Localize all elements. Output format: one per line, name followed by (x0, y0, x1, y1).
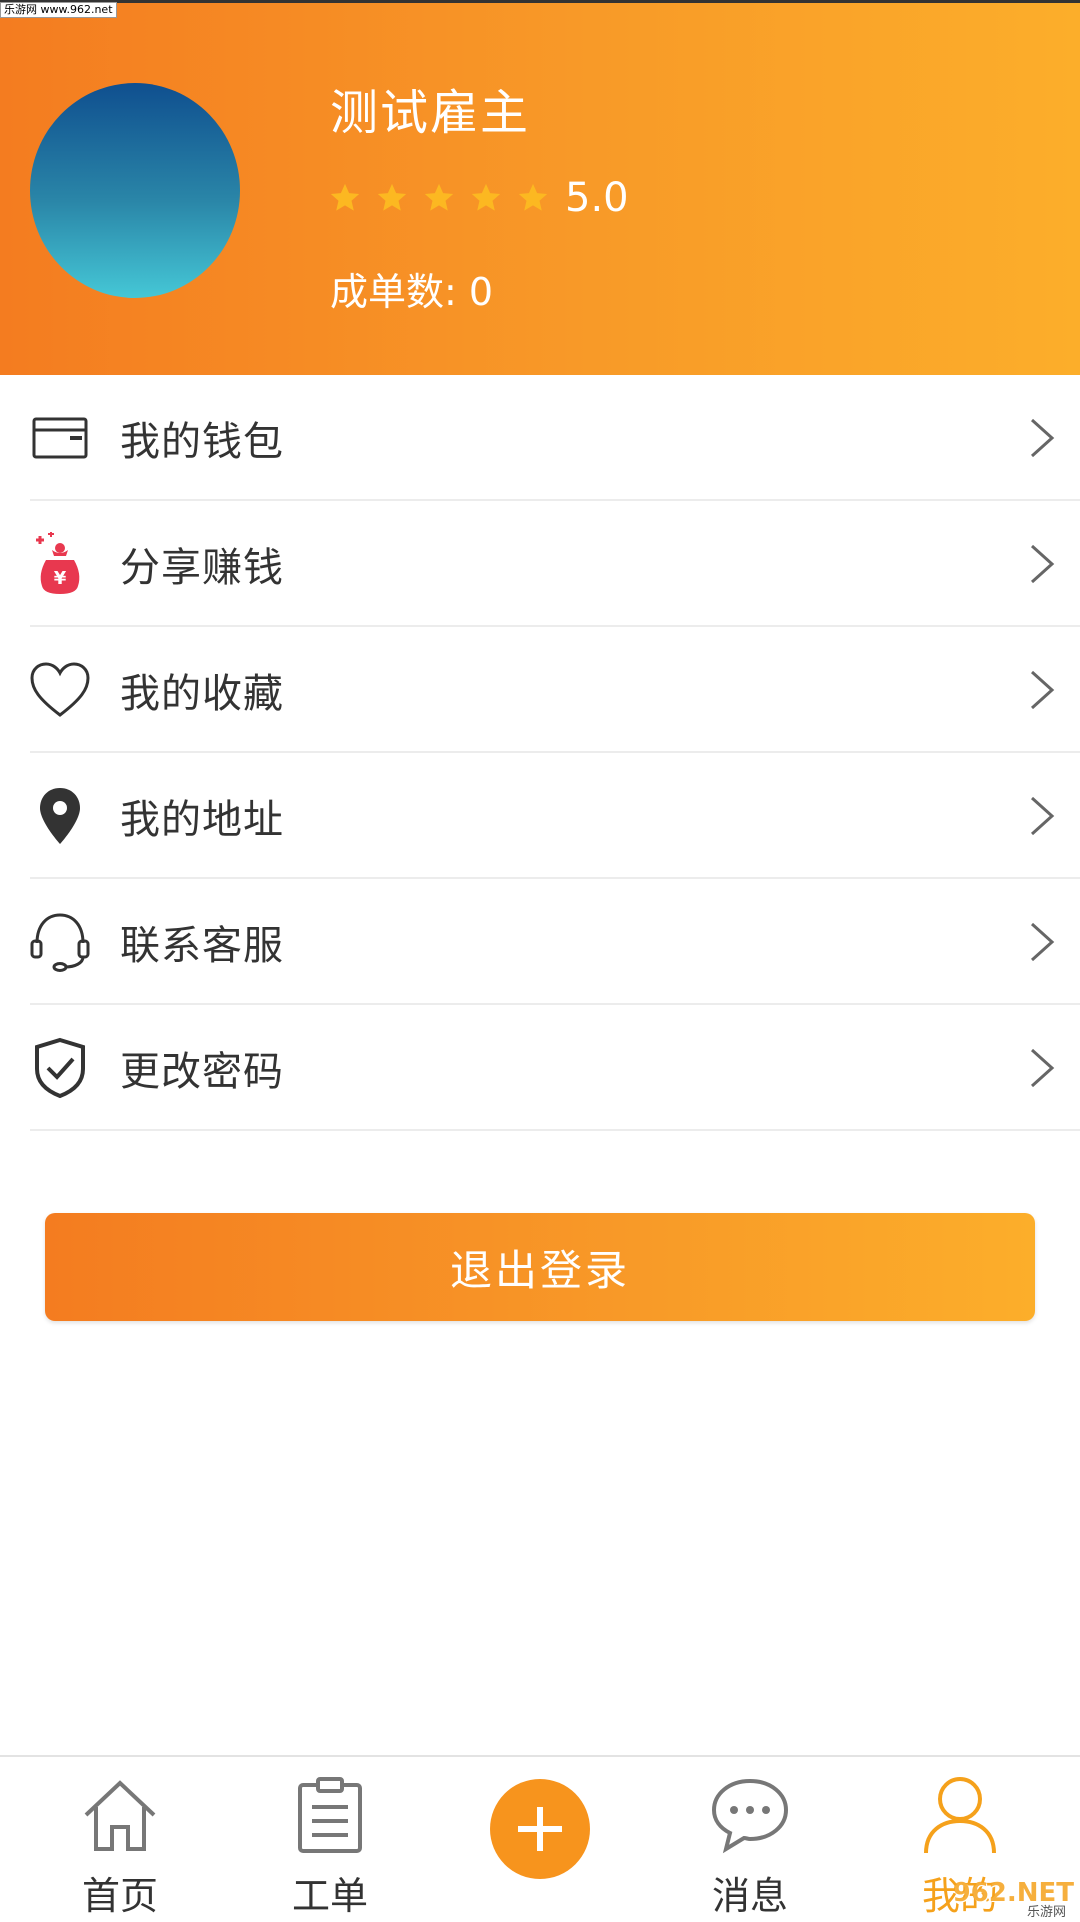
home-icon (84, 1780, 156, 1851)
watermark-sub: 乐游网 (1026, 1905, 1066, 1920)
clipboard-icon (298, 1777, 362, 1853)
headset-icon (28, 910, 92, 974)
watermark-tag: 乐游网 www.962.net (0, 2, 117, 18)
nav-label: 工单 (291, 1874, 368, 1918)
plus-icon (518, 1807, 562, 1851)
profile-header: 测试雇主 5.0 成单数: 0 (0, 0, 1080, 375)
chevron-right-icon (1030, 1048, 1055, 1088)
rating-value: 5.0 (565, 175, 629, 221)
rating-row: 5.0 (328, 173, 629, 223)
chevron-right-icon (1030, 796, 1055, 836)
nav-label: 消息 (711, 1874, 788, 1918)
order-count: 成单数: 0 (330, 270, 494, 314)
menu-item-share-earn[interactable]: ¥ 分享赚钱 (0, 501, 1080, 627)
wallet-icon (28, 406, 92, 470)
heart-icon (28, 658, 92, 722)
chevron-right-icon (1030, 670, 1055, 710)
chat-bubble-icon (711, 1778, 789, 1854)
person-icon (924, 1777, 996, 1854)
chevron-right-icon (1030, 544, 1055, 584)
add-button[interactable] (490, 1779, 590, 1879)
nav-label: 首页 (81, 1874, 158, 1918)
menu-item-wallet[interactable]: 我的钱包 (0, 375, 1080, 501)
menu-list: 我的钱包 ¥ 分享赚钱 我的收藏 我的地址 联系客服 更改密码 (0, 375, 1080, 1131)
star-icon (518, 183, 548, 211)
menu-item-favorites[interactable]: 我的收藏 (0, 627, 1080, 753)
star-icon (471, 183, 501, 211)
menu-item-customer-service[interactable]: 联系客服 (0, 879, 1080, 1005)
menu-item-label: 我的钱包 (120, 419, 284, 465)
chevron-right-icon (1030, 922, 1055, 962)
star-icon (377, 183, 407, 211)
menu-item-label: 分享赚钱 (120, 545, 284, 591)
menu-item-address[interactable]: 我的地址 (0, 753, 1080, 879)
star-icon (424, 183, 454, 211)
money-bag-icon: ¥ (28, 532, 92, 596)
avatar[interactable] (30, 83, 240, 298)
nav-item-home[interactable]: 首页 (20, 1757, 220, 1922)
menu-item-change-password[interactable]: 更改密码 (0, 1005, 1080, 1131)
logout-button[interactable]: 退出登录 (45, 1213, 1035, 1321)
location-pin-icon (28, 784, 92, 848)
star-icon (330, 183, 360, 211)
menu-item-label: 我的收藏 (120, 671, 284, 717)
menu-item-label: 更改密码 (120, 1049, 284, 1095)
nav-item-messages[interactable]: 消息 (650, 1757, 850, 1922)
menu-item-label: 我的地址 (120, 797, 284, 843)
chevron-right-icon (1030, 418, 1055, 458)
menu-item-label: 联系客服 (120, 923, 284, 969)
shield-check-icon (28, 1036, 92, 1100)
nav-item-orders[interactable]: 工单 (230, 1757, 430, 1922)
username: 测试雇主 (330, 85, 531, 141)
bottom-nav: 首页 工单 消息 我的 (0, 1755, 1080, 1922)
svg-text:¥: ¥ (54, 568, 67, 589)
